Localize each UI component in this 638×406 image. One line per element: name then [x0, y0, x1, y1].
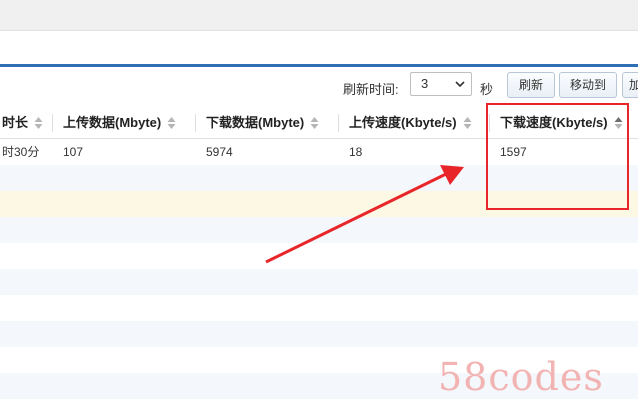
annotation-arrow-icon	[265, 165, 464, 264]
watermark-text: 58codes	[438, 355, 604, 399]
